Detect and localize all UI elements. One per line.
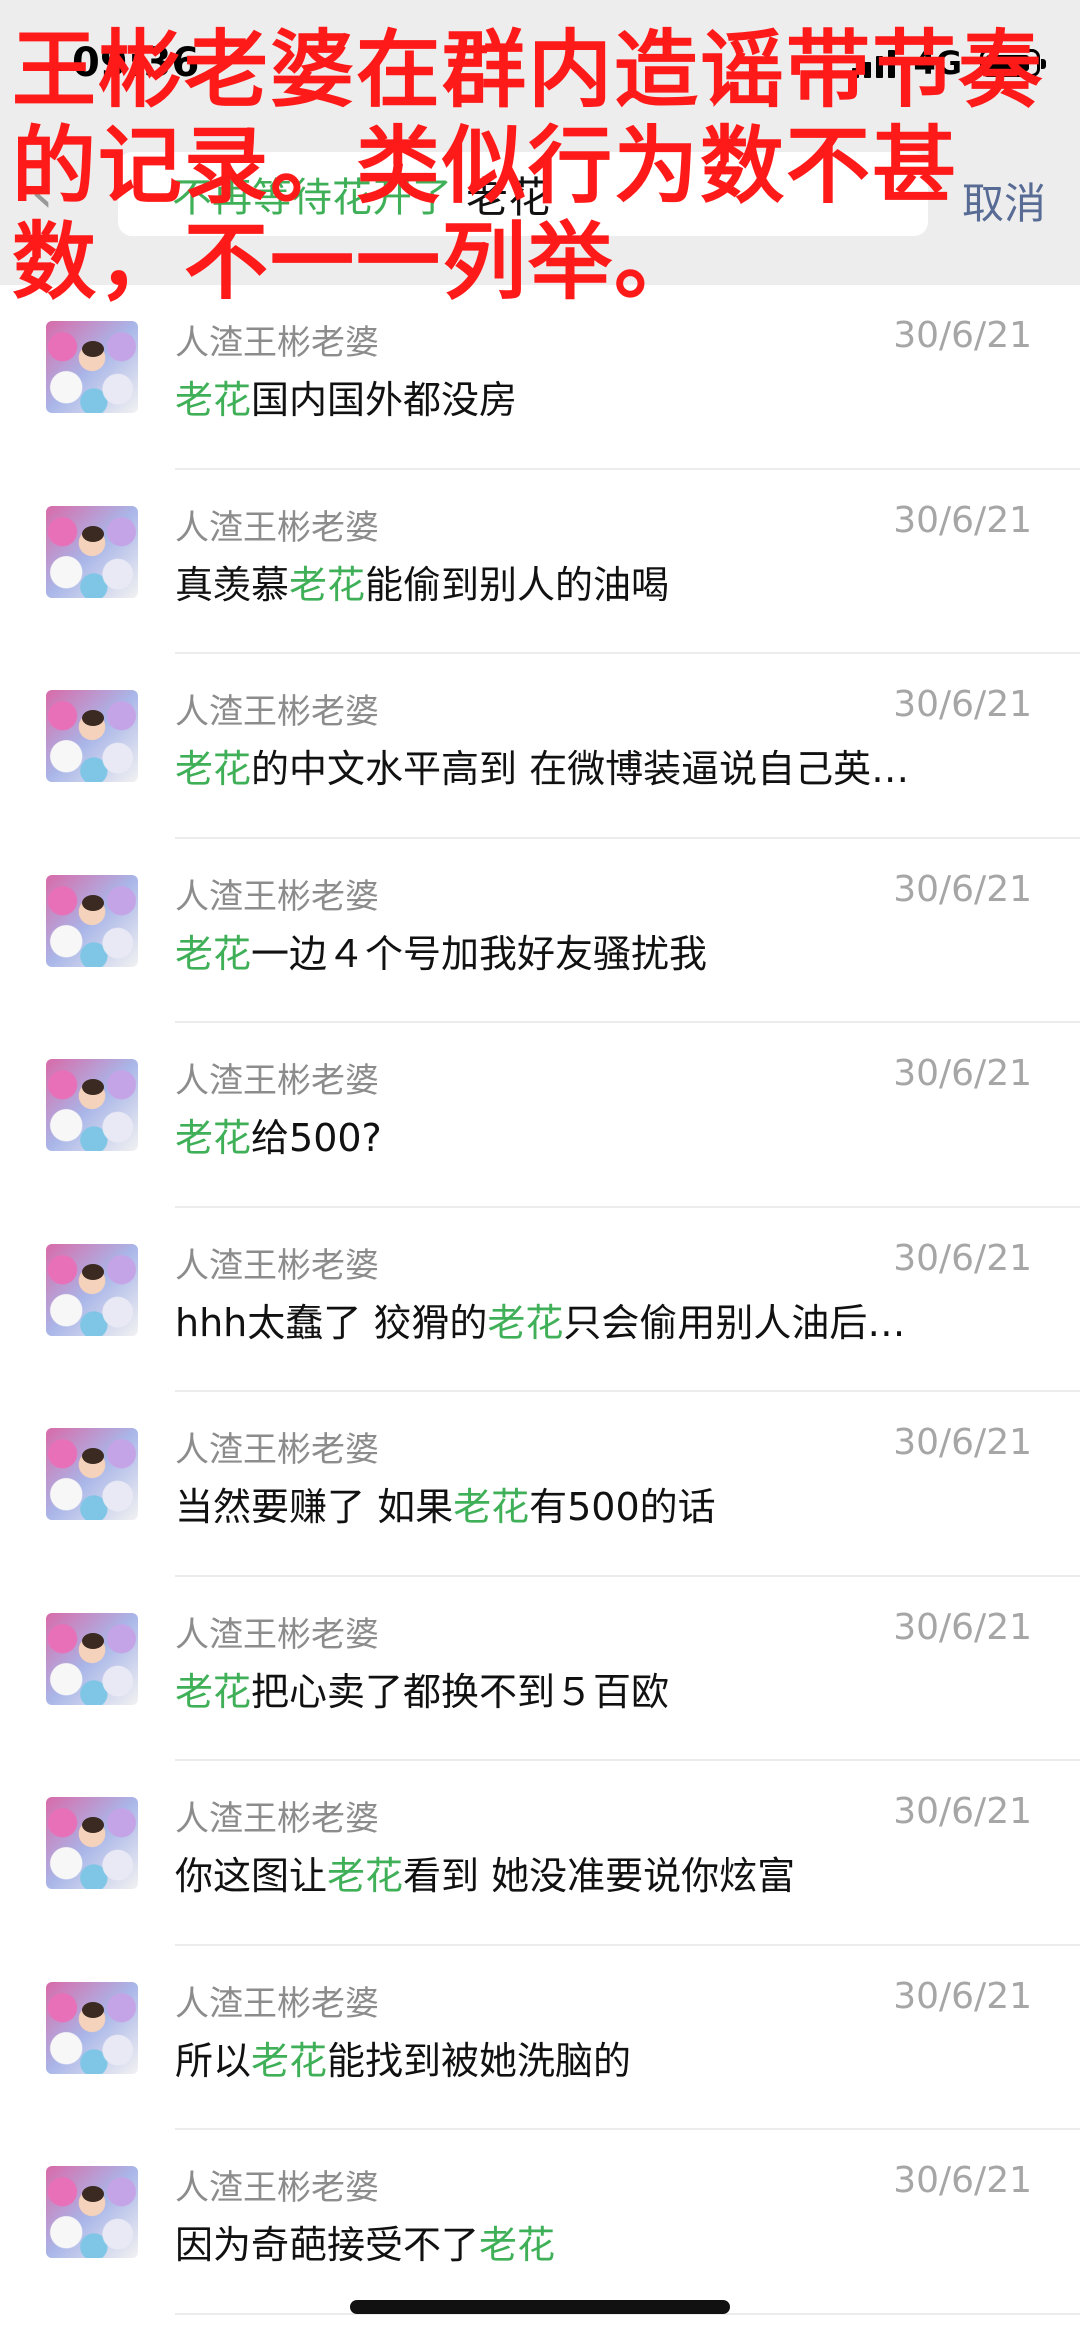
snippet-text: 给500? [251, 1116, 382, 1160]
overlay-caption: 王彬老婆在群内造谣带节奏的记录。类似行为数不甚数，不一一列举。 [12, 21, 1045, 311]
avatar [46, 690, 138, 782]
message-date: 30/6/21 [893, 868, 1032, 910]
sender-name: 人渣王彬老婆 [175, 1061, 379, 1101]
list-item[interactable]: 人渣王彬老婆 30/6/21 老花给500? [0, 1023, 1080, 1208]
snippet-text: 你这图让 [175, 1854, 328, 1898]
message-snippet: hhh太蠢了 狡猾的老花只会偷用别人油后… [175, 1292, 1025, 1347]
sender-name: 人渣王彬老婆 [175, 692, 379, 732]
message-date: 30/6/21 [893, 1237, 1032, 1279]
message-snippet: 因为奇葩接受不了老花 [175, 2214, 1025, 2269]
keyword-highlight: 老花 [175, 747, 252, 791]
list-item[interactable]: 人渣王彬老婆 30/6/21 老花的中文水平高到 在微博装逼说自己英… [0, 654, 1080, 839]
sender-name: 人渣王彬老婆 [175, 876, 379, 917]
avatar [46, 1981, 138, 2074]
avatar [46, 874, 138, 967]
snippet-text: hhh太蠢了 狡猾的 [175, 1300, 488, 1345]
snippet-text: 的中文水平高到 在微博装逼说自己英… [251, 747, 910, 791]
snippet-text: 一边４个号加我好友骚扰我 [251, 931, 708, 976]
snippet-text: 能偷到别人的油喝 [365, 562, 670, 607]
snippet-text: 当然要赚了 如果 [175, 1485, 454, 1529]
sender-name: 人渣王彬老婆 [175, 507, 379, 548]
home-indicator [350, 2300, 730, 2314]
avatar [46, 505, 138, 598]
message-snippet: 你这图让老花看到 她没准要说你炫富 [175, 1845, 1025, 1900]
sender-name: 人渣王彬老婆 [175, 1983, 379, 2024]
list-item[interactable]: 人渣王彬老婆 30/6/21 老花一边４个号加我好友骚扰我 [0, 839, 1080, 1023]
avatar [46, 2166, 138, 2258]
keyword-highlight: 老花 [175, 931, 252, 976]
message-date: 30/6/21 [893, 1606, 1032, 1648]
message-snippet: 真羡慕老花能偷到别人的油喝 [175, 554, 1025, 609]
avatar [46, 1243, 138, 1336]
keyword-highlight: 老花 [251, 2038, 328, 2083]
message-date: 30/6/21 [893, 2160, 1032, 2201]
message-date: 30/6/21 [893, 1975, 1032, 2017]
message-date: 30/6/21 [893, 1422, 1032, 1463]
sender-name: 人渣王彬老婆 [175, 1245, 379, 1286]
list-item[interactable]: 人渣王彬老婆 30/6/21 你这图让老花看到 她没准要说你炫富 [0, 1761, 1080, 1946]
sender-name: 人渣王彬老婆 [175, 323, 379, 363]
snippet-text: 只会偷用别人油后… [563, 1300, 906, 1345]
list-item[interactable]: 人渣王彬老婆 30/6/21 因为奇葩接受不了老花 [0, 2130, 1080, 2315]
snippet-text: 有500的话 [529, 1485, 716, 1529]
snippet-text: 把心卖了都换不到５百欧 [251, 1669, 670, 1714]
message-snippet: 老花的中文水平高到 在微博装逼说自己英… [175, 738, 1025, 793]
keyword-highlight: 老花 [289, 562, 366, 607]
snippet-text: 国内国外都没房 [251, 378, 518, 422]
keyword-highlight: 老花 [487, 1300, 564, 1345]
message-date: 30/6/21 [893, 1791, 1032, 1832]
sender-name: 人渣王彬老婆 [175, 1614, 379, 1655]
keyword-highlight: 老花 [175, 1669, 252, 1714]
message-date: 30/6/21 [893, 315, 1032, 356]
snippet-text: 因为奇葩接受不了 [175, 2223, 480, 2267]
message-snippet: 所以老花能找到被她洗脑的 [175, 2030, 1025, 2085]
list-item[interactable]: 人渣王彬老婆 30/6/21 老花把心卖了都换不到５百欧 [0, 1577, 1080, 1761]
sender-name: 人渣王彬老婆 [175, 1430, 379, 1470]
message-date: 30/6/21 [893, 684, 1032, 725]
keyword-highlight: 老花 [175, 1116, 252, 1160]
message-snippet: 当然要赚了 如果老花有500的话 [175, 1476, 1025, 1531]
avatar [46, 1428, 138, 1520]
search-results-list: 人渣王彬老婆 30/6/21 老花国内国外都没房 人渣王彬老婆 30/6/21 真羡慕老花… [0, 285, 1080, 2315]
list-item[interactable]: 人渣王彬老婆 30/6/21 真羡慕老花能偷到别人的油喝 [0, 470, 1080, 654]
snippet-text: 看到 她没准要说你炫富 [403, 1854, 796, 1898]
message-date: 30/6/21 [893, 499, 1032, 541]
message-snippet: 老花把心卖了都换不到５百欧 [175, 1661, 1025, 1716]
snippet-text: 所以 [175, 2038, 252, 2083]
avatar [46, 1612, 138, 1705]
list-item[interactable]: 人渣王彬老婆 30/6/21 所以老花能找到被她洗脑的 [0, 1946, 1080, 2130]
message-snippet: 老花一边４个号加我好友骚扰我 [175, 923, 1025, 978]
avatar [46, 1797, 138, 1889]
snippet-text: 真羡慕 [175, 562, 290, 607]
message-snippet: 老花给500? [175, 1107, 1025, 1162]
snippet-text: 能找到被她洗脑的 [327, 2038, 632, 2083]
avatar [46, 321, 138, 413]
keyword-highlight: 老花 [175, 378, 252, 422]
avatar [46, 1059, 138, 1151]
keyword-highlight: 老花 [479, 2223, 556, 2267]
message-date: 30/6/21 [893, 1053, 1032, 1094]
list-item[interactable]: 人渣王彬老婆 30/6/21 hhh太蠢了 狡猾的老花只会偷用别人油后… [0, 1208, 1080, 1392]
message-snippet: 老花国内国外都没房 [175, 369, 1025, 424]
keyword-highlight: 老花 [327, 1854, 404, 1898]
list-item[interactable]: 人渣王彬老婆 30/6/21 老花国内国外都没房 [0, 285, 1080, 470]
sender-name: 人渣王彬老婆 [175, 2168, 379, 2208]
sender-name: 人渣王彬老婆 [175, 1799, 379, 1839]
list-item[interactable]: 人渣王彬老婆 30/6/21 当然要赚了 如果老花有500的话 [0, 1392, 1080, 1577]
keyword-highlight: 老花 [453, 1485, 530, 1529]
